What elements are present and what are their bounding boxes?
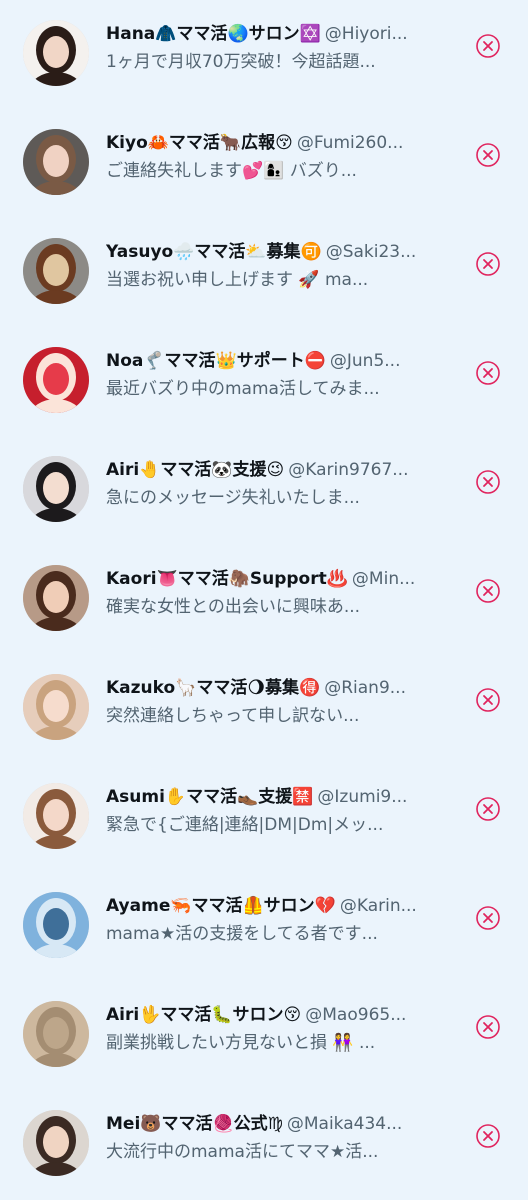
avatar[interactable] [23, 238, 89, 304]
message-preview: 当選お祝い申し上げます 🚀 ma... [106, 270, 369, 290]
remove-button[interactable] [475, 33, 501, 59]
sender-handle: @Jun5... [329, 351, 401, 371]
message-preview: mama★活の支援をしてる者です... [106, 924, 378, 944]
avatar[interactable] [23, 565, 89, 631]
list-item[interactable]: Hana🧥ママ活🌏サロン✡️ @Hiyori... 1ヶ月で月収70万突破！今超話題… [0, 0, 528, 109]
close-circle-icon [476, 797, 500, 821]
list-item[interactable]: Ayame🦐ママ活🦺サロン💔 @Karin... mama★活の支援をしてる者です.… [0, 872, 528, 981]
close-circle-icon [476, 906, 500, 930]
sender-line: Airi🖖ママ活🐛サロン😚 @Mao965... [106, 1003, 462, 1027]
sender-name: Ayame🦐ママ活🦺サロン💔 [106, 896, 336, 916]
remove-button[interactable] [475, 796, 501, 822]
remove-button[interactable] [475, 142, 501, 168]
sender-name: Yasuyo🌧️ママ活⛅募集🉑 [106, 242, 322, 262]
sender-name: Airi🤚ママ活🐼支援😉 [106, 460, 285, 480]
sender-name: Kaori👅ママ活🦣Support♨️ [106, 569, 348, 589]
list-item[interactable]: Yasuyo🌧️ママ活⛅募集🉑 @Saki23... 当選お祝い申し上げます 🚀 m… [0, 218, 528, 327]
close-circle-icon [476, 34, 500, 58]
remove-button[interactable] [475, 687, 501, 713]
remove-button[interactable] [475, 251, 501, 277]
sender-name: Kazuko🦙ママ活🌖募集🉐 [106, 678, 321, 698]
close-circle-icon [476, 1124, 500, 1148]
close-circle-icon [476, 688, 500, 712]
remove-button[interactable] [475, 905, 501, 931]
sender-line: Mei🐻ママ活🧶公式♍ @Maika434... [106, 1112, 462, 1136]
close-circle-icon [476, 579, 500, 603]
close-circle-icon [476, 361, 500, 385]
avatar[interactable] [23, 674, 89, 740]
list-item[interactable]: Noa🦿ママ活👑サポート⛔ @Jun5... 最近バズり中のmama活してみま... [0, 327, 528, 436]
sender-handle: @Hiyori... [324, 24, 408, 44]
sender-line: Asumi✋ママ活👞支援🈲 @Izumi9... [106, 785, 462, 809]
sender-line: Ayame🦐ママ活🦺サロン💔 @Karin... [106, 894, 462, 918]
list-item[interactable]: Kazuko🦙ママ活🌖募集🉐 @Rian9... 突然連絡しちゃって申し訳ない... [0, 654, 528, 763]
sender-line: Yasuyo🌧️ママ活⛅募集🉑 @Saki23... [106, 240, 462, 264]
sender-handle: @Karin... [339, 896, 417, 916]
sender-line: Airi🤚ママ活🐼支援😉 @Karin9767... [106, 458, 462, 482]
dm-request-list: Hana🧥ママ活🌏サロン✡️ @Hiyori... 1ヶ月で月収70万突破！今超話題… [0, 0, 528, 1200]
avatar[interactable] [23, 1001, 89, 1067]
message-preview: ご連絡失礼します💕👩‍👦 バズり... [106, 161, 357, 181]
sender-line: Hana🧥ママ活🌏サロン✡️ @Hiyori... [106, 22, 462, 46]
avatar[interactable] [23, 129, 89, 195]
sender-name: Noa🦿ママ活👑サポート⛔ [106, 351, 326, 371]
sender-name: Asumi✋ママ活👞支援🈲 [106, 787, 314, 807]
sender-handle: @Mao965... [305, 1005, 407, 1025]
list-item[interactable]: Airi🤚ママ活🐼支援😉 @Karin9767... 急にのメッセージ失礼いたしま.… [0, 436, 528, 545]
sender-line: Noa🦿ママ活👑サポート⛔ @Jun5... [106, 349, 462, 373]
message-preview: 大流行中のmama活にてママ★活... [106, 1142, 379, 1162]
sender-line: Kaori👅ママ活🦣Support♨️ @Min... [106, 567, 462, 591]
list-item[interactable]: Kaori👅ママ活🦣Support♨️ @Min... 確実な女性との出会いに興味あ… [0, 545, 528, 654]
remove-button[interactable] [475, 578, 501, 604]
message-preview: 急にのメッセージ失礼いたしま... [106, 488, 360, 508]
message-preview: 副業挑戦したい方見ないと損 👭 ... [106, 1033, 376, 1053]
sender-name: Kiyo🦀ママ活🐂広報😚 [106, 133, 293, 153]
sender-name: Airi🖖ママ活🐛サロン😚 [106, 1005, 302, 1025]
avatar[interactable] [23, 347, 89, 413]
remove-button[interactable] [475, 1014, 501, 1040]
avatar[interactable] [23, 456, 89, 522]
sender-handle: @Saki23... [325, 242, 417, 262]
sender-handle: @Fumi260... [296, 133, 404, 153]
avatar[interactable] [23, 783, 89, 849]
message-preview: 突然連絡しちゃって申し訳ない... [106, 706, 360, 726]
remove-button[interactable] [475, 1123, 501, 1149]
list-item[interactable]: Mei🐻ママ活🧶公式♍ @Maika434... 大流行中のmama活にてママ★活.… [0, 1090, 528, 1199]
avatar[interactable] [23, 892, 89, 958]
sender-name: Mei🐻ママ活🧶公式♍ [106, 1114, 283, 1134]
close-circle-icon [476, 252, 500, 276]
sender-handle: @Maika434... [286, 1114, 403, 1134]
avatar[interactable] [23, 1110, 89, 1176]
list-item[interactable]: Kiyo🦀ママ活🐂広報😚 @Fumi260... ご連絡失礼します💕👩‍👦 バズり.… [0, 109, 528, 218]
avatar[interactable] [23, 20, 89, 86]
sender-name: Hana🧥ママ活🌏サロン✡️ [106, 24, 321, 44]
message-preview: 1ヶ月で月収70万突破！今超話題... [106, 52, 376, 72]
sender-handle: @Izumi9... [317, 787, 408, 807]
close-circle-icon [476, 470, 500, 494]
message-preview: 最近バズり中のmama活してみま... [106, 379, 380, 399]
close-circle-icon [476, 1015, 500, 1039]
list-item[interactable]: Asumi✋ママ活👞支援🈲 @Izumi9... 緊急で{ご連絡|連絡|DM|Dm|… [0, 763, 528, 872]
remove-button[interactable] [475, 360, 501, 386]
sender-handle: @Rian9... [324, 678, 406, 698]
sender-handle: @Karin9767... [288, 460, 409, 480]
remove-button[interactable] [475, 469, 501, 495]
list-item[interactable]: Airi🖖ママ活🐛サロン😚 @Mao965... 副業挑戦したい方見ないと損 👭 .… [0, 981, 528, 1090]
sender-line: Kiyo🦀ママ活🐂広報😚 @Fumi260... [106, 131, 462, 155]
message-preview: 確実な女性との出会いに興味あ... [106, 597, 361, 617]
close-circle-icon [476, 143, 500, 167]
message-preview: 緊急で{ご連絡|連絡|DM|Dm|メッ... [106, 815, 384, 835]
sender-handle: @Min... [351, 569, 416, 589]
sender-line: Kazuko🦙ママ活🌖募集🉐 @Rian9... [106, 676, 462, 700]
